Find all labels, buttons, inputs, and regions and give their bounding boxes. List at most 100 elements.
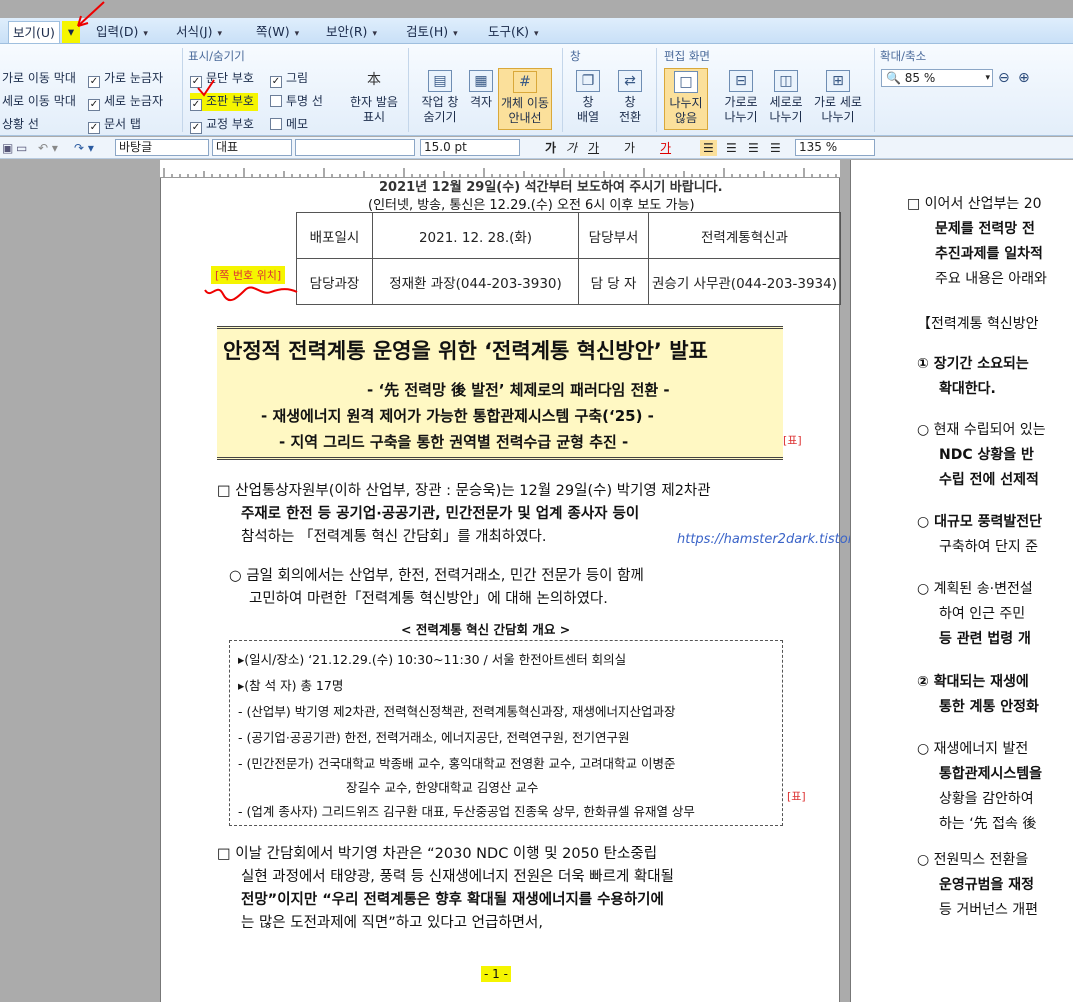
font-lang-select[interactable]: 대표 bbox=[212, 139, 292, 156]
p2-line: 등 거버넌스 개편 bbox=[939, 902, 1039, 918]
info-value: 2021. 12. 28.(화) bbox=[372, 212, 579, 259]
v-ruler-checkbox[interactable]: ✓ 세로 눈금자 bbox=[88, 93, 163, 111]
redo-icon[interactable]: ↷ ▾ bbox=[74, 140, 94, 156]
doc-tab-checkbox[interactable]: ✓ 문서 탭 bbox=[88, 116, 141, 134]
bold-button[interactable]: 가 bbox=[545, 140, 556, 156]
align-left-icon[interactable]: ☰ bbox=[726, 140, 737, 156]
p2-line: ○ 현재 수립되어 있는 bbox=[917, 422, 1046, 438]
info-value: 전력계통혁신과 bbox=[648, 212, 841, 259]
headline: 안정적 전력계통 운영을 위한 ‘전력계통 혁신방안’ 발표 bbox=[223, 339, 708, 363]
format-toolbar: ▣ ▭ ↶ ▾ ↷ ▾ 바탕글 대표 15.0 pt 가 가 가 가 가 ☰ ☰… bbox=[0, 137, 1073, 159]
p2-line: 【전력계통 혁신방안 bbox=[917, 316, 1039, 332]
strike-button[interactable]: 가 bbox=[624, 140, 635, 156]
paragraph-2: ○ 금일 회의에서는 산업부, 한전, 전력거래소, 민간 전문가 등이 함께 bbox=[229, 568, 644, 584]
menu-tab-tools[interactable]: 도구(K) ▾ bbox=[488, 21, 538, 43]
font-name-select[interactable] bbox=[295, 139, 415, 156]
info-value: 정재환 과장(044-203-3930) bbox=[372, 258, 579, 305]
menu-tab-view[interactable]: 보기(U) bbox=[8, 21, 60, 43]
align-center-icon[interactable]: ☰ bbox=[748, 140, 759, 156]
picture-checkbox[interactable]: ✓ 그림 bbox=[270, 70, 308, 88]
h-ruler-checkbox[interactable]: ✓ 가로 눈금자 bbox=[88, 70, 163, 88]
hanja-pronounce-button[interactable]: 本 한자 발음 표시 bbox=[344, 70, 404, 125]
proof-mark-checkbox[interactable]: ✓ 교정 부호 bbox=[190, 116, 254, 134]
h-scrollbar-toggle[interactable]: 가로 이동 막대 bbox=[2, 70, 76, 86]
headline-box: 안정적 전력계통 운영을 위한 ‘전력계통 혁신방안’ 발표 - ‘先 전력망 … bbox=[217, 326, 783, 460]
v-split-icon: ◫ bbox=[774, 70, 798, 92]
h-split-icon: ⊟ bbox=[729, 70, 753, 92]
zoom-input[interactable]: 🔍 85 % ▾ bbox=[881, 69, 993, 87]
no-split-button[interactable]: □ 나누지 않음 bbox=[664, 68, 708, 130]
divider bbox=[656, 48, 657, 132]
align-right-icon[interactable]: ☰ bbox=[770, 140, 781, 156]
group-show-hide-title: 표시/숨기기 bbox=[188, 49, 245, 63]
info-label: 담당과장 bbox=[296, 258, 373, 305]
menu-tab-security[interactable]: 보안(R) ▾ bbox=[326, 21, 377, 43]
grid-button[interactable]: ▦ 격자 bbox=[466, 70, 496, 110]
underline-button[interactable]: 가 bbox=[588, 140, 599, 156]
align-justify-icon[interactable]: ☰ bbox=[700, 140, 717, 156]
paragraph-1: □ 산업통상자원부(이하 산업부, 장관 : 문승욱)는 12월 29일(수) … bbox=[217, 483, 711, 499]
line-spacing-input[interactable]: 135 % bbox=[795, 139, 875, 156]
window-switch-button[interactable]: ⇄ 창 전환 bbox=[610, 70, 650, 125]
hide-work-window-button[interactable]: ▤ 작업 창 숨기기 bbox=[414, 70, 466, 125]
font-color-button[interactable]: 가 bbox=[660, 140, 671, 156]
guide-icon: # bbox=[513, 71, 537, 93]
h-split-button[interactable]: ⊟ 가로로 나누기 bbox=[718, 70, 764, 125]
paragraph-3: 는 많은 도전과제에 직면”하고 있다고 언급하면서, bbox=[241, 915, 543, 931]
info-table: 배포일시 2021. 12. 28.(화) 담당부서 전력계통혁신과 담당과장 정재환 … bbox=[296, 212, 841, 305]
grid-icon: ▦ bbox=[469, 70, 493, 92]
memo-checkbox[interactable]: 메모 bbox=[270, 116, 308, 132]
group-edit-view-title: 편집 화면 bbox=[664, 49, 710, 63]
undo-icon[interactable]: ↶ ▾ bbox=[38, 140, 58, 156]
zoom-out-icon[interactable]: ⊖ bbox=[998, 70, 1010, 86]
hv-split-button[interactable]: ⊞ 가로 세로 나누기 bbox=[810, 70, 866, 125]
menu-tab-format[interactable]: 서식(J) ▾ bbox=[176, 21, 222, 43]
font-size-input[interactable]: 15.0 pt bbox=[420, 139, 520, 156]
p2-line: 운영규범을 재정 bbox=[939, 877, 1035, 893]
p2-line: □ 이어서 산업부는 20 bbox=[907, 196, 1042, 212]
check-icon: ✓ bbox=[190, 122, 202, 134]
overview-item: - (업계 종사자) 그리드위즈 김구환 대표, 두산중공업 진종욱 상무, 한… bbox=[238, 804, 695, 819]
hv-split-icon: ⊞ bbox=[826, 70, 850, 92]
paragraph-3: □ 이날 간담회에서 박기영 차관은 “2030 NDC 이행 및 2050 탄… bbox=[217, 846, 658, 862]
arrange-icon: ❐ bbox=[576, 70, 600, 92]
zoom-in-icon[interactable]: ⊕ bbox=[1018, 70, 1030, 86]
single-view-icon: □ bbox=[674, 71, 698, 93]
subtitle-3: - 지역 그리드 구축을 통한 권역별 전력수급 균형 추진 - bbox=[279, 433, 629, 451]
object-move-guide-button[interactable]: # 개체 이동 안내선 bbox=[498, 68, 552, 130]
transparent-line-checkbox[interactable]: 투명 선 bbox=[270, 93, 323, 109]
p2-line: 하는 ‘先 접속 後 bbox=[939, 816, 1037, 832]
document-page[interactable]: 2021년 12월 29일(수) 석간부터 보도하여 주시기 바랍니다. (인터… bbox=[160, 178, 892, 1002]
menu-tab-page[interactable]: 쪽(W) ▾ bbox=[256, 21, 299, 43]
paragraph-1: 주재로 한전 등 공기업·공공기관, 민간전문가 및 업계 종사자 등이 bbox=[241, 506, 640, 522]
check-icon: ✓ bbox=[190, 99, 202, 111]
paragraph-3: 전망”이지만 “우리 전력계통은 향후 확대될 재생에너지를 수용하기에 bbox=[241, 892, 664, 908]
p2-line: 주요 내용은 아래와 bbox=[935, 271, 1047, 287]
ribbon: 가로 이동 막대 세로 이동 막대 상황 선 ✓ 가로 눈금자 ✓ 세로 눈금자 ✓… bbox=[0, 44, 1073, 136]
divider bbox=[562, 48, 563, 132]
overview-item: ▸(참 석 자) 총 17명 bbox=[238, 678, 344, 693]
p2-line: 하여 인근 주민 bbox=[939, 606, 1026, 622]
menu-tab-review[interactable]: 검토(H) ▾ bbox=[406, 21, 458, 43]
divider bbox=[408, 48, 409, 132]
check-icon: ✓ bbox=[88, 76, 100, 88]
v-scrollbar-toggle[interactable]: 세로 이동 막대 bbox=[2, 93, 76, 109]
overview-box: ▸(일시/장소) ‘21.12.29.(수) 10:30~11:30 / 서울 … bbox=[229, 640, 783, 826]
v-split-button[interactable]: ◫ 세로로 나누기 bbox=[766, 70, 806, 125]
status-line-toggle[interactable]: 상황 선 bbox=[2, 116, 39, 132]
divider bbox=[182, 48, 183, 132]
document-page-2[interactable]: □ 이어서 산업부는 20 문제를 전력망 전 추진과제를 일차적 주요 내용은… bbox=[850, 160, 1073, 1002]
style-select[interactable]: 바탕글 bbox=[115, 139, 209, 156]
chevron-down-icon[interactable]: ▾ bbox=[985, 70, 990, 86]
group-zoom-title: 확대/축소 bbox=[880, 49, 927, 63]
print-icon[interactable]: ▣ bbox=[2, 140, 13, 156]
p2-line: 추진과제를 일차적 bbox=[935, 246, 1043, 262]
overview-item: - (민간전문가) 건국대학교 박종배 교수, 홍익대학교 전영환 교수, 고려… bbox=[238, 756, 676, 771]
preview-icon[interactable]: ▭ bbox=[16, 140, 27, 156]
check-icon: ✓ bbox=[270, 76, 282, 88]
p2-line: ○ 대규모 풍력발전단 bbox=[917, 514, 1043, 530]
overview-item: 장길수 교수, 한양대학교 김영산 교수 bbox=[346, 780, 539, 795]
italic-button[interactable]: 가 bbox=[566, 140, 577, 156]
window-arrange-button[interactable]: ❐ 창 배열 bbox=[568, 70, 608, 125]
red-check-annotation bbox=[197, 79, 215, 97]
